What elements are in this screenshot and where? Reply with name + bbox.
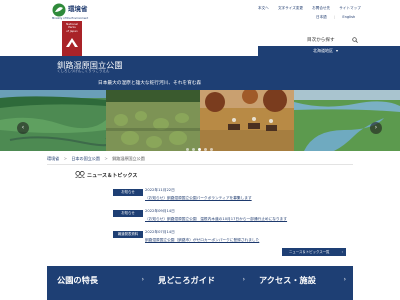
lang-link-english[interactable]: English bbox=[342, 15, 355, 19]
divider bbox=[47, 164, 353, 165]
mountain-emblem-icon bbox=[66, 37, 78, 47]
people-icon bbox=[75, 171, 85, 178]
news-headline[interactable]: 釧路湿原国立公園（釧路市）がゼロカーボンパークに登録されました bbox=[145, 238, 259, 243]
news-heading: ニュース＆トピックス bbox=[87, 173, 138, 179]
breadcrumb-link-national-parks[interactable]: 日本の国立公園 bbox=[71, 156, 100, 161]
news-tag: 報道発表資料 bbox=[113, 231, 143, 238]
chevron-right-icon: › bbox=[141, 276, 144, 283]
news-list-label: ニュース＆トピックス一覧 bbox=[289, 250, 330, 254]
carousel-dot[interactable] bbox=[210, 148, 213, 151]
news-tag: お知らせ bbox=[113, 189, 143, 196]
news-tag: お知らせ bbox=[113, 210, 143, 217]
util-link-contact[interactable]: お問合せ先 bbox=[312, 6, 330, 10]
national-parks-emblem[interactable]: National Parks of Japan bbox=[62, 21, 82, 58]
breadcrumb-link-ministry[interactable]: 環境省 bbox=[47, 156, 59, 161]
table-of-contents-search[interactable]: 目次から探す bbox=[290, 36, 390, 44]
carousel-dot[interactable] bbox=[192, 148, 195, 151]
page-title-reading: くしろしつげんこくりつこうえん bbox=[57, 69, 110, 73]
news-date: 2022年11月22日 bbox=[145, 188, 175, 192]
lang-separator: | bbox=[333, 15, 336, 19]
carousel-prev-button[interactable]: ‹ bbox=[17, 122, 29, 134]
ministry-leaf-icon bbox=[52, 3, 66, 17]
carousel-slide-marsh bbox=[106, 90, 200, 151]
photo-carousel[interactable] bbox=[0, 90, 400, 151]
language-nav: 日本語 | English bbox=[316, 15, 361, 20]
news-item[interactable]: 報道発表資料 2022年07月14日 釧路湿原国立公園（釧路市）がゼロカーボンパ… bbox=[113, 229, 363, 247]
nav-tile-label: アクセス・施設 bbox=[259, 275, 316, 285]
util-link-skip[interactable]: 本文へ bbox=[258, 6, 269, 10]
lang-link-japanese[interactable]: 日本語 bbox=[316, 15, 327, 19]
breadcrumb: 環境省 > 日本の国立公園 > 釧路湿原国立公園 bbox=[47, 156, 148, 162]
breadcrumb-separator: > bbox=[63, 156, 68, 161]
carousel-next-button[interactable]: › bbox=[370, 122, 382, 134]
chevron-down-icon: ▾ bbox=[336, 48, 339, 53]
region-selector[interactable]: 北海道地区 ▾ bbox=[258, 46, 400, 56]
region-label: 北海道地区 bbox=[313, 48, 333, 53]
chevron-right-icon: › bbox=[341, 250, 343, 254]
search-label: 目次から探す bbox=[307, 38, 335, 43]
news-date: 2022年09月14日 bbox=[145, 209, 175, 213]
news-headline[interactable]: （お知らせ）釧路湿原国立公園 温根内木道の10月17日から一部通行止めになります bbox=[145, 217, 287, 222]
site-header: 環境省 Ministry of the Environment National… bbox=[0, 0, 400, 58]
emblem-line: of Japan bbox=[66, 28, 78, 33]
news-item[interactable]: お知らせ 2022年09月14日 （お知らせ）釧路湿原国立公園 温根内木道の10… bbox=[113, 208, 363, 226]
util-link-sitemap[interactable]: サイトマップ bbox=[339, 6, 361, 10]
nav-tile-label: 公園の特長 bbox=[57, 275, 98, 285]
utility-nav: 本文へ 文字サイズ変更 お問合せ先 サイトマップ bbox=[258, 6, 369, 11]
nav-tile-access[interactable]: アクセス・施設 › bbox=[249, 266, 353, 300]
breadcrumb-separator: > bbox=[104, 156, 108, 161]
chevron-right-icon: › bbox=[343, 276, 346, 283]
carousel-slide-river bbox=[294, 90, 400, 151]
nav-tile-guide[interactable]: 見どころガイド › bbox=[148, 266, 252, 300]
ministry-logo[interactable]: 環境省 Ministry of the Environment bbox=[52, 3, 102, 21]
carousel-dot[interactable] bbox=[186, 148, 189, 151]
carousel-slide-horse-riding bbox=[200, 90, 294, 151]
news-date: 2022年07月14日 bbox=[145, 230, 175, 234]
ministry-name: 環境省 bbox=[68, 5, 88, 13]
chevron-right-icon: › bbox=[374, 124, 378, 131]
carousel-slide-wetland bbox=[0, 90, 106, 151]
park-catchphrase: 日本最大の湿原と雄大な蛇行河川、それを育む森 bbox=[98, 81, 202, 86]
nav-tile-features[interactable]: 公園の特長 › bbox=[47, 266, 151, 300]
carousel-dots bbox=[186, 148, 226, 152]
carousel-dot-active[interactable] bbox=[198, 148, 201, 151]
chevron-left-icon: ‹ bbox=[21, 124, 25, 131]
search-icon bbox=[352, 37, 358, 43]
breadcrumb-current: 釧路湿原国立公園 bbox=[112, 156, 145, 161]
ministry-name-en: Ministry of the Environment bbox=[52, 17, 89, 20]
util-link-text-size[interactable]: 文字サイズ変更 bbox=[278, 6, 303, 10]
news-headline[interactable]: （お知らせ）釧路湿原国立公園パークボランティアを募集します bbox=[145, 196, 252, 201]
nav-tile-label: 見どころガイド bbox=[158, 275, 216, 285]
chevron-right-icon: › bbox=[242, 276, 245, 283]
news-list-button[interactable]: ニュース＆トピックス一覧 › bbox=[282, 248, 346, 256]
park-title-band: 釧路湿原国立公園 くしろしつげんこくりつこうえん 日本最大の湿原と雄大な蛇行河川… bbox=[0, 56, 400, 90]
news-item[interactable]: お知らせ 2022年11月22日 （お知らせ）釧路湿原国立公園パークボランティア… bbox=[113, 187, 363, 205]
carousel-dot[interactable] bbox=[204, 148, 207, 151]
